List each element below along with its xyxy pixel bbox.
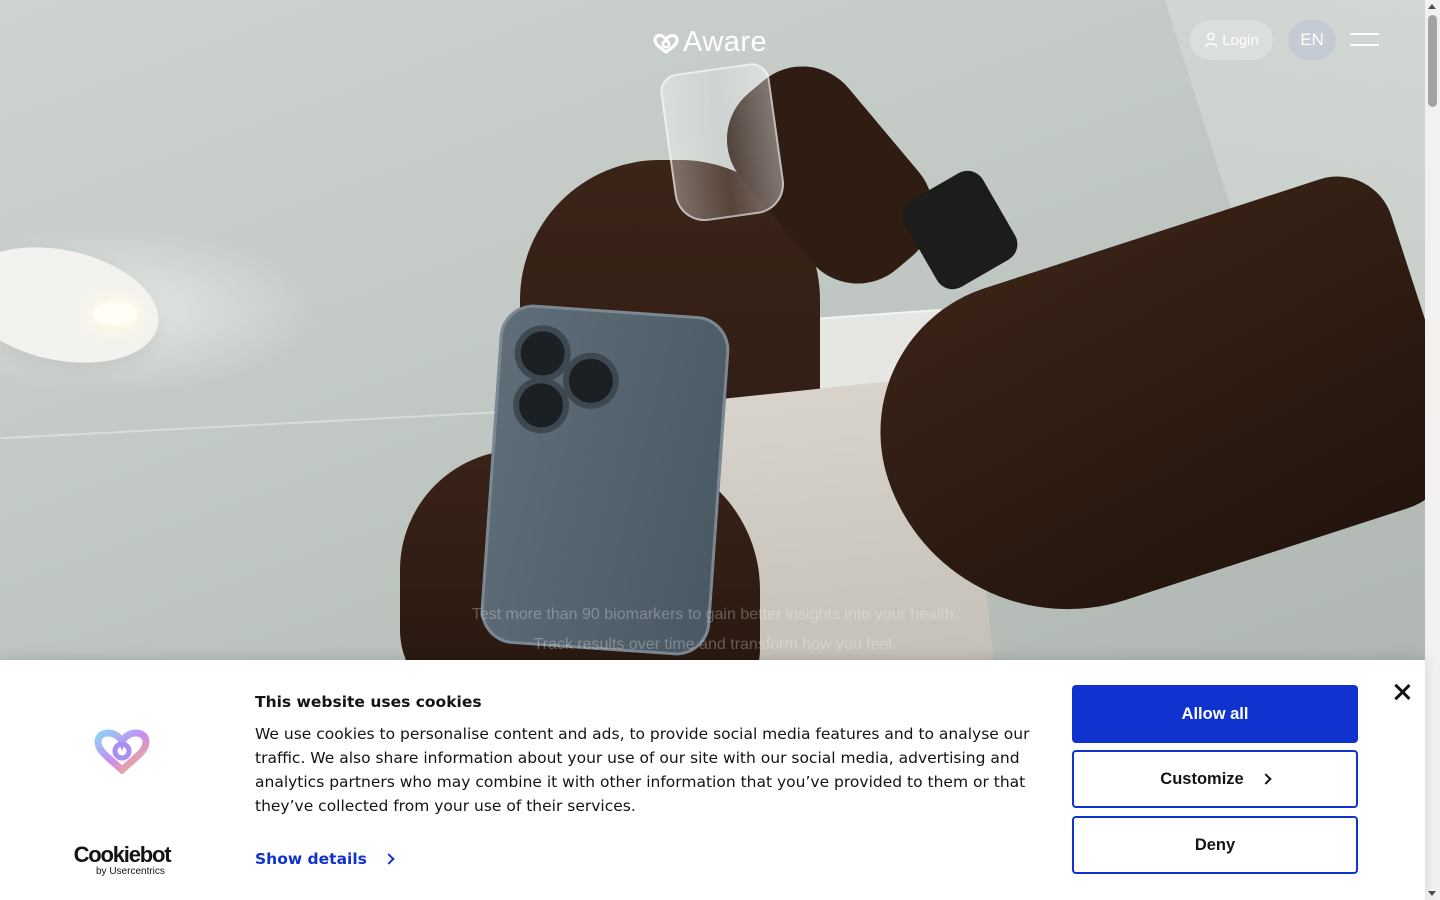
- show-details-label: Show details: [255, 850, 367, 868]
- login-button[interactable]: Login: [1190, 20, 1273, 60]
- deny-button[interactable]: Deny: [1072, 816, 1358, 874]
- phone-camera-lens: [517, 381, 565, 429]
- chevron-right-icon: [383, 853, 395, 865]
- lamp-light: [92, 302, 138, 326]
- chevron-right-icon: [1260, 773, 1272, 785]
- scroll-up-arrow-icon[interactable]: [1428, 4, 1436, 9]
- scroll-down-arrow-icon[interactable]: [1428, 891, 1436, 896]
- user-icon: [1204, 32, 1218, 48]
- language-selector[interactable]: EN: [1288, 20, 1336, 60]
- customize-label: Customize: [1160, 769, 1244, 788]
- show-details-link[interactable]: Show details: [255, 850, 395, 868]
- brand-name: Aware: [683, 26, 768, 58]
- phone-camera-lens: [567, 357, 615, 405]
- menu-line: [1350, 33, 1379, 35]
- customize-button[interactable]: Customize: [1072, 750, 1358, 808]
- drinking-glass: [658, 61, 788, 225]
- menu-line: [1350, 44, 1379, 46]
- login-label: Login: [1222, 31, 1259, 49]
- cookie-banner-title: This website uses cookies: [255, 693, 482, 711]
- scrollbar-thumb[interactable]: [1428, 15, 1437, 107]
- cookiebot-subtitle: by Usercentrics: [96, 866, 165, 877]
- cookie-consent-banner: Cookiebot by Usercentrics This website u…: [0, 660, 1425, 900]
- hero-tagline: Test more than 90 biomarkers to gain bet…: [471, 606, 959, 653]
- aware-logo-icon: [653, 33, 679, 54]
- cookie-banner-body: We use cookies to personalise content an…: [255, 725, 1030, 815]
- cookiebot-logo-icon: [94, 729, 150, 774]
- page-scrollbar[interactable]: [1425, 0, 1440, 900]
- allow-all-label: Allow all: [1181, 704, 1249, 723]
- brand-logo[interactable]: Aware: [652, 26, 767, 59]
- cookiebot-wordmark: Cookiebot: [73, 842, 172, 867]
- hamburger-menu-icon[interactable]: [1350, 30, 1382, 50]
- close-icon[interactable]: [1392, 682, 1412, 702]
- phone-camera-lens: [519, 329, 567, 377]
- cookiebot-brand[interactable]: Cookiebot by Usercentrics: [70, 842, 174, 878]
- ceiling-lamp: [0, 230, 170, 380]
- deny-label: Deny: [1194, 835, 1236, 854]
- allow-all-button[interactable]: Allow all: [1072, 685, 1358, 743]
